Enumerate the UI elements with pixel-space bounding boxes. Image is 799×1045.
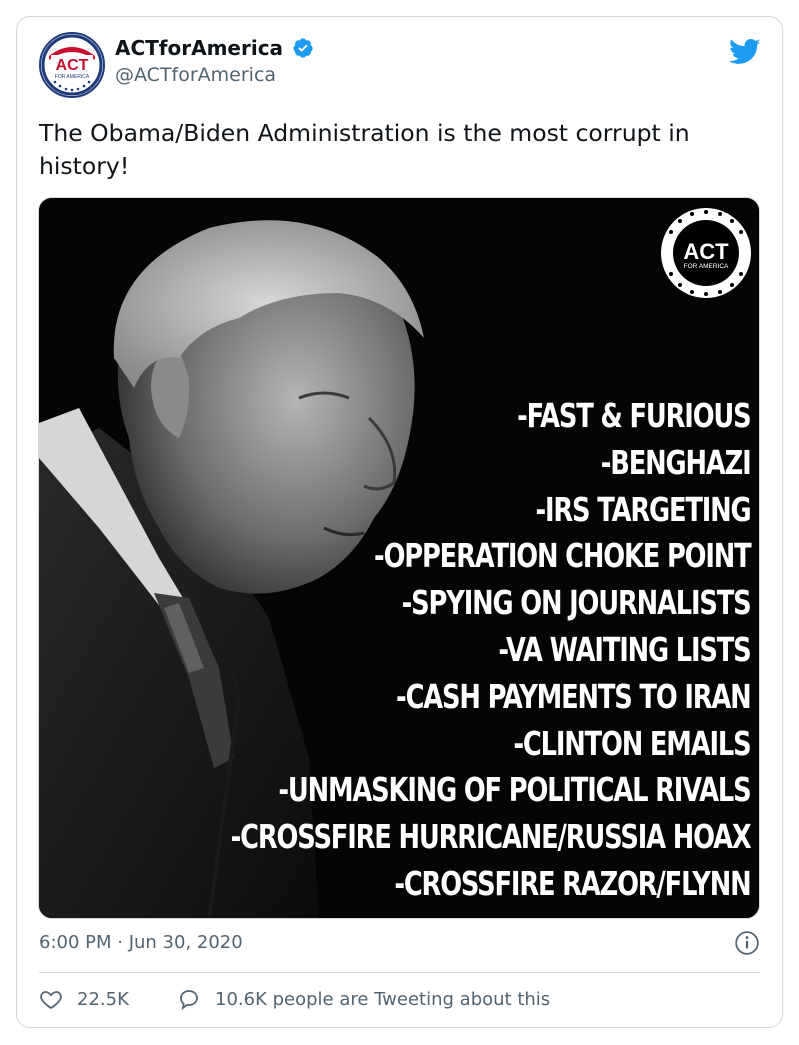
svg-text:FOR AMERICA: FOR AMERICA [684, 263, 729, 270]
tweet-actions: 22.5K 10.6K people are Tweeting about th… [39, 987, 759, 1017]
svg-text:FOR AMERICA: FOR AMERICA [55, 74, 90, 80]
tweet-text: The Obama/Biden Administration is the mo… [39, 119, 690, 180]
like-count: 22.5K [77, 988, 129, 1010]
tweet-header: ACT FOR AMERICA ACTforAmerica @ACTforAme… [39, 32, 761, 98]
list-item: -OPPERATION CHOKE POINT [374, 536, 753, 576]
act-badge-icon: ACT FOR AMERICA [661, 208, 751, 298]
svg-text:ACT: ACT [56, 57, 89, 74]
list-item: -UNMASKING OF POLITICAL RIVALS [278, 770, 752, 810]
list-item: -FAST & FURIOUS [517, 396, 753, 435]
user-names: ACTforAmerica @ACTforAmerica [115, 36, 314, 86]
twitter-bird-icon[interactable] [729, 38, 761, 66]
tweeting-about-link[interactable]: 10.6K people are Tweeting about this [177, 987, 550, 1011]
like-button[interactable]: 22.5K [39, 987, 129, 1011]
corruption-list: -FAST & FURIOUS -BENGHAZI -IRS TARGETING… [231, 393, 753, 908]
act-logo-icon: ACT FOR AMERICA [41, 34, 103, 96]
list-item: -CROSSFIRE HURRICANE/RUSSIA HOAX [231, 817, 752, 857]
info-icon[interactable] [734, 930, 760, 956]
list-item: -CROSSFIRE RAZOR/FLYNN [394, 863, 752, 903]
tweet-image[interactable]: ACT FOR AMERICA -FAST & FURIOUS -BENGHAZ… [38, 197, 760, 919]
tweet-card: ACT FOR AMERICA ACTforAmerica @ACTforAme… [16, 16, 783, 1028]
divider [39, 972, 760, 973]
tweet-timestamp[interactable]: 6:00 PM · Jun 30, 2020 [39, 932, 243, 953]
list-item: -CASH PAYMENTS TO IRAN [396, 676, 753, 716]
verified-badge-icon [293, 38, 313, 58]
speech-bubble-icon [180, 990, 198, 1011]
tweeting-about-text: 10.6K people are Tweeting about this [215, 988, 551, 1010]
avatar[interactable]: ACT FOR AMERICA [39, 32, 105, 98]
heart-icon [40, 991, 62, 1010]
list-item: -SPYING ON JOURNALISTS [402, 583, 752, 623]
list-item: -CLINTON EMAILS [513, 723, 752, 763]
svg-text:ACT: ACT [683, 239, 729, 264]
list-item: -VA WAITING LISTS [498, 629, 752, 669]
list-item: -BENGHAZI [601, 442, 752, 482]
user-handle[interactable]: @ACTforAmerica [115, 64, 314, 86]
list-item: -IRS TARGETING [535, 489, 752, 529]
display-name[interactable]: ACTforAmerica [115, 36, 283, 60]
